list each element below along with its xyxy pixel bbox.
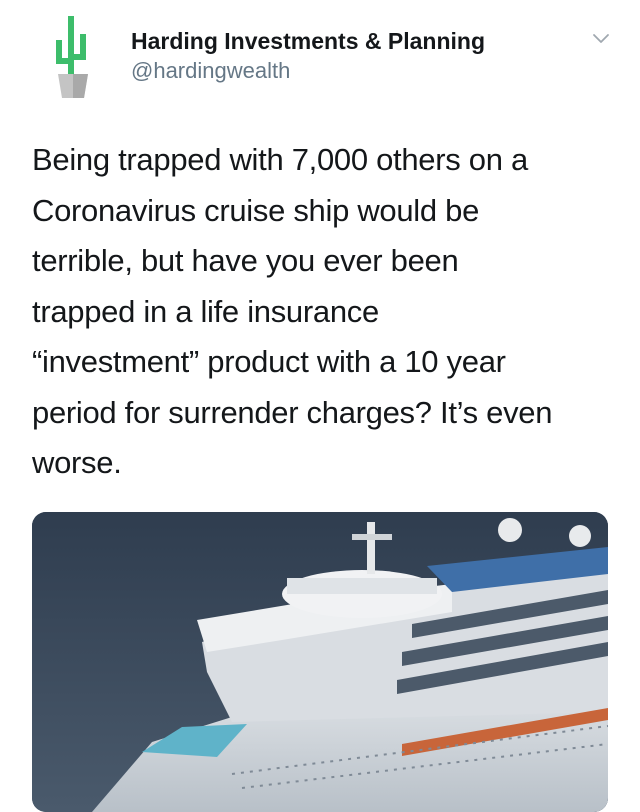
cruise-ship-image	[32, 512, 608, 812]
display-name[interactable]: Harding Investments & Planning	[131, 26, 485, 56]
cactus-in-pot-icon	[56, 16, 88, 98]
tweet-card: Harding Investments & Planning @hardingw…	[0, 0, 640, 812]
tweet-menu-button[interactable]	[590, 30, 612, 46]
chevron-down-icon	[593, 34, 609, 43]
user-handle[interactable]: @hardingwealth	[131, 56, 485, 86]
tweet-media-image[interactable]	[32, 512, 608, 812]
profile-avatar[interactable]	[46, 12, 98, 100]
tweet-body-text: Being trapped with 7,000 others on a Cor…	[32, 142, 553, 480]
tweet-header: Harding Investments & Planning @hardingw…	[131, 26, 485, 86]
